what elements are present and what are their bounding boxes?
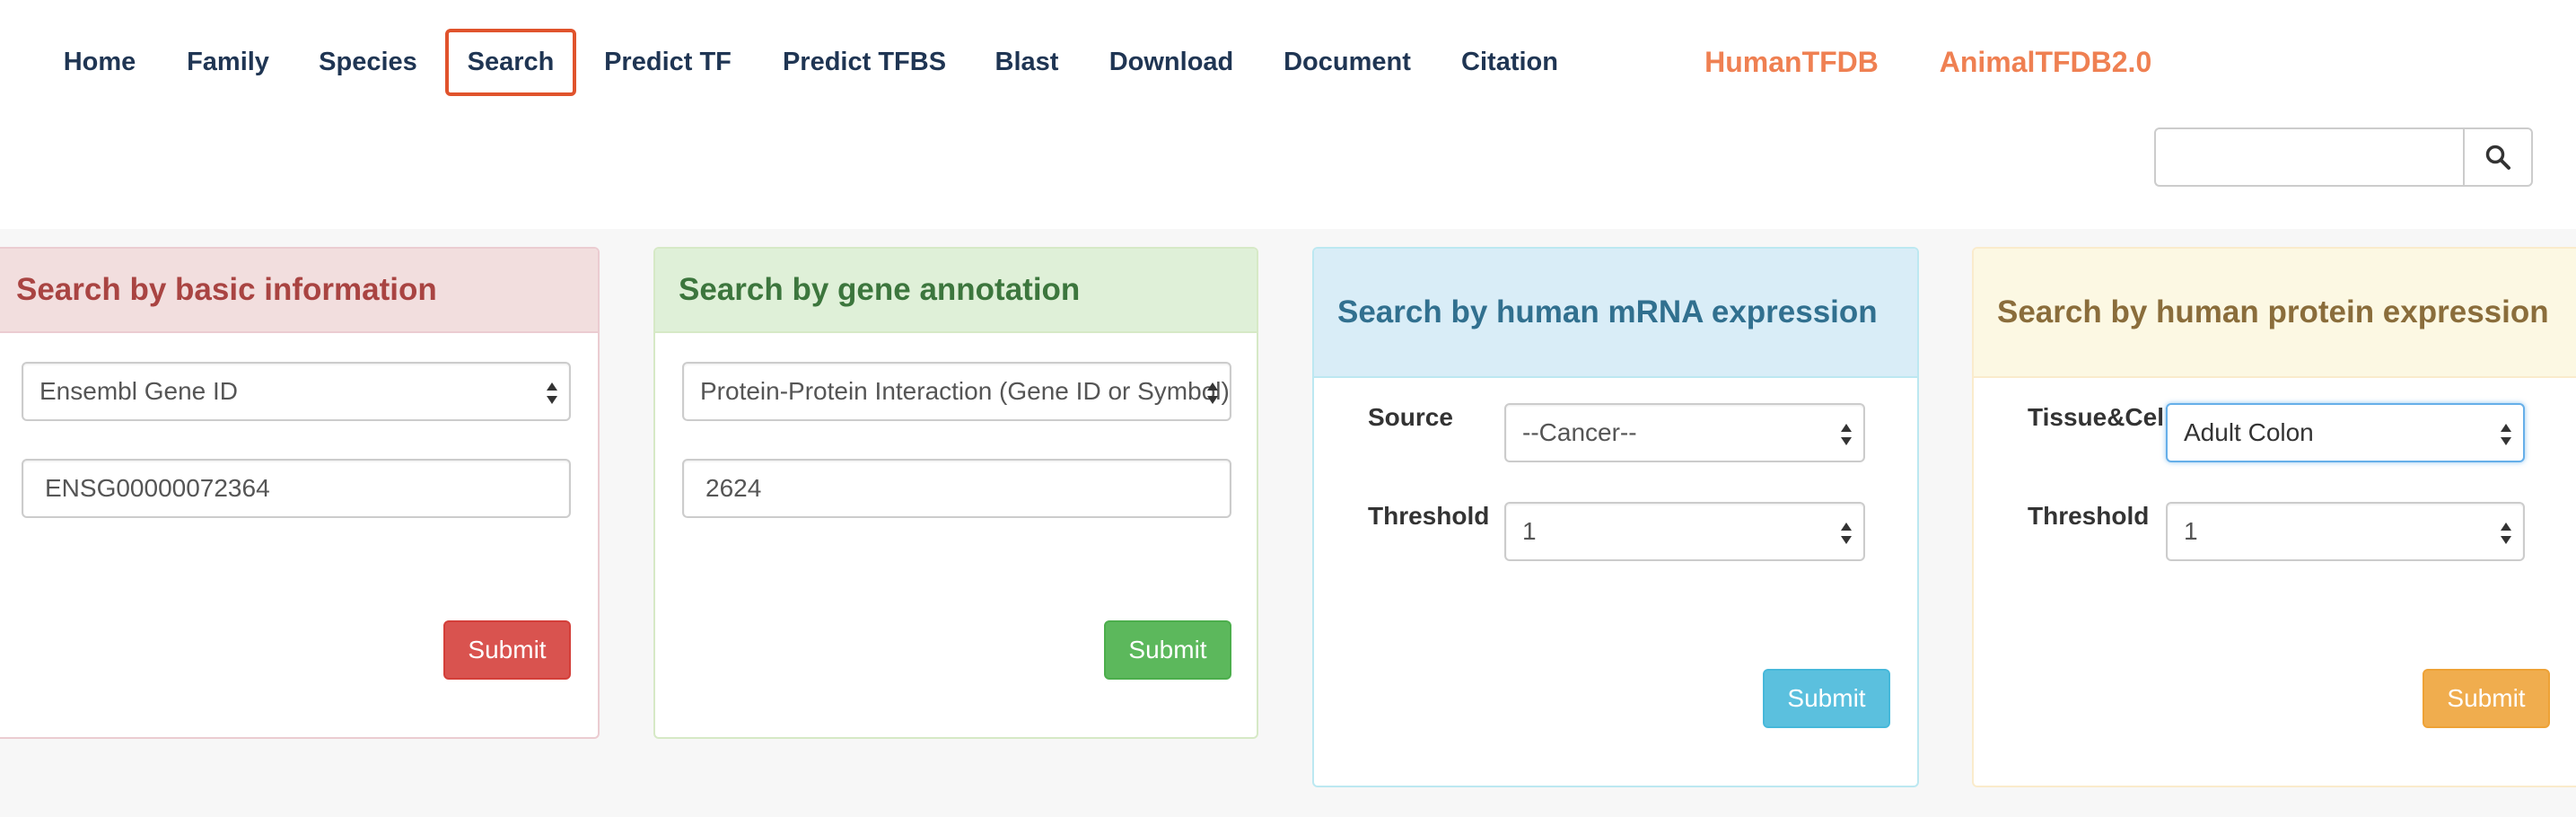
protein-threshold-label: Threshold	[2028, 502, 2150, 530]
annotation-query-input[interactable]	[682, 459, 1231, 518]
site-search	[2154, 127, 2533, 187]
basic-gene-id-input[interactable]	[22, 459, 571, 518]
protein-tissue-value: Adult Colon	[2184, 418, 2314, 446]
basic-submit-button[interactable]: Submit	[443, 620, 571, 680]
nav-predict-tfbs[interactable]: Predict TFBS	[768, 29, 960, 96]
nav-citation[interactable]: Citation	[1449, 29, 1571, 96]
mrna-submit-button[interactable]: Submit	[1763, 669, 1890, 728]
panel-basic-title: Search by basic information	[0, 249, 598, 333]
select-arrows-icon	[1841, 424, 1852, 445]
select-arrows-icon	[547, 382, 557, 404]
select-arrows-icon	[2501, 424, 2511, 445]
basic-id-type-value: Ensembl Gene ID	[39, 377, 238, 405]
nav-animaltfdb-link[interactable]: AnimalTFDB2.0	[1924, 29, 2167, 96]
panel-gene-annotation: Search by gene annotation Protein-Protei…	[653, 247, 1258, 739]
mrna-threshold-label: Threshold	[1368, 502, 1490, 530]
top-navbar: Home Family Species Search Predict TF Pr…	[0, 0, 2576, 187]
mrna-source-value: --Cancer--	[1522, 418, 1637, 446]
annotation-type-value: Protein-Protein Interaction (Gene ID or …	[700, 377, 1230, 405]
nav-humantfdb-link[interactable]: HumanTFDB	[1687, 29, 1896, 96]
nav-home[interactable]: Home	[50, 29, 149, 96]
mrna-source-label: Source	[1368, 403, 1453, 431]
mrna-source-select[interactable]: --Cancer--	[1504, 403, 1865, 462]
protein-threshold-select[interactable]: 1	[2166, 502, 2525, 561]
protein-threshold-value: 1	[2184, 517, 2198, 545]
annotation-type-select[interactable]: Protein-Protein Interaction (Gene ID or …	[682, 362, 1231, 421]
nav-predict-tf[interactable]: Predict TF	[596, 29, 740, 96]
select-arrows-icon	[1207, 382, 1218, 404]
nav-family[interactable]: Family	[176, 29, 280, 96]
search-icon	[2485, 145, 2510, 170]
protein-tissue-select[interactable]: Adult Colon	[2166, 403, 2525, 462]
select-arrows-icon	[2501, 523, 2511, 544]
search-panels-area: Search by basic information Ensembl Gene…	[0, 229, 2576, 817]
nav-search[interactable]: Search	[445, 29, 576, 96]
basic-id-type-select[interactable]: Ensembl Gene ID	[22, 362, 571, 421]
select-arrows-icon	[1841, 523, 1852, 544]
panel-mrna-expression: Search by human mRNA expression Source -…	[1312, 247, 1919, 787]
panel-protein-expression: Search by human protein expression Tissu…	[1972, 247, 2576, 787]
nav-blast[interactable]: Blast	[986, 29, 1068, 96]
panel-protein-title: Search by human protein expression	[1974, 249, 2576, 378]
nav-document[interactable]: Document	[1275, 29, 1420, 96]
panel-mrna-title: Search by human mRNA expression	[1314, 249, 1917, 378]
protein-tissue-label: Tissue&Cell	[2028, 403, 2168, 431]
nav-species[interactable]: Species	[309, 29, 427, 96]
protein-submit-button[interactable]: Submit	[2423, 669, 2550, 728]
panel-basic-information: Search by basic information Ensembl Gene…	[0, 247, 600, 739]
site-search-input[interactable]	[2154, 127, 2463, 187]
site-search-button[interactable]	[2463, 127, 2533, 187]
annotation-submit-button[interactable]: Submit	[1104, 620, 1231, 680]
mrna-threshold-select[interactable]: 1	[1504, 502, 1865, 561]
nav-download[interactable]: Download	[1097, 29, 1246, 96]
panel-annotation-title: Search by gene annotation	[655, 249, 1257, 333]
mrna-threshold-value: 1	[1522, 517, 1537, 545]
